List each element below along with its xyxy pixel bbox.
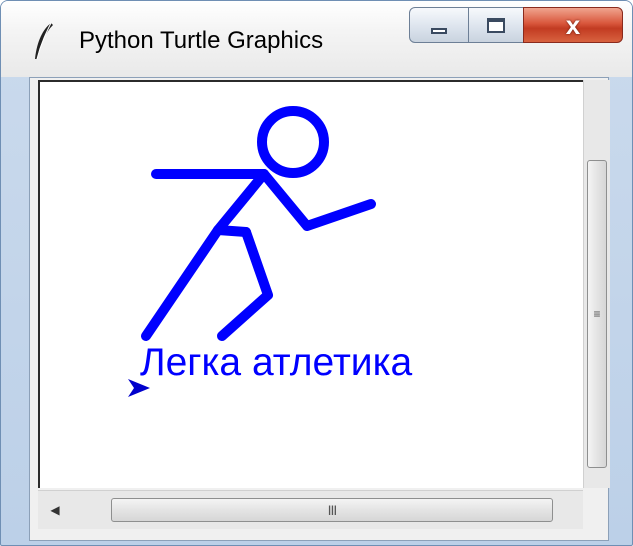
maximize-button[interactable] [468, 7, 524, 43]
minimize-button[interactable] [409, 7, 469, 43]
vertical-scrollbar[interactable]: ≡ [583, 80, 610, 488]
client-area: Легка атлетика ≡ ◀ III [29, 77, 610, 541]
horizontal-scroll-thumb[interactable]: III [111, 498, 553, 522]
close-button[interactable]: x [523, 7, 623, 43]
horizontal-grip-icon: III [327, 502, 338, 518]
figure-leg-front [217, 227, 273, 341]
vertical-grip-icon: ≡ [593, 307, 601, 321]
vertical-scroll-thumb[interactable]: ≡ [587, 160, 607, 468]
close-icon: x [565, 9, 581, 40]
window-title: Python Turtle Graphics [79, 27, 324, 54]
title-bar[interactable]: Python Turtle Graphics x [1, 1, 632, 77]
turtle-canvas[interactable]: Легка атлетика [38, 80, 583, 488]
canvas-caption: Легка атлетика [140, 341, 413, 384]
turtle-window: Python Turtle Graphics x Легка атлетика [0, 0, 633, 546]
drawing-layer: Легка атлетика [128, 106, 413, 397]
feather-icon [35, 22, 53, 60]
figure-head [257, 106, 329, 178]
restore-icon [487, 18, 505, 33]
scroll-left-arrow-icon[interactable]: ◀ [46, 501, 64, 519]
figure-hip [213, 225, 251, 237]
stick-figure [141, 106, 376, 341]
minimize-icon [431, 28, 447, 34]
horizontal-scrollbar[interactable]: ◀ III [38, 490, 583, 529]
